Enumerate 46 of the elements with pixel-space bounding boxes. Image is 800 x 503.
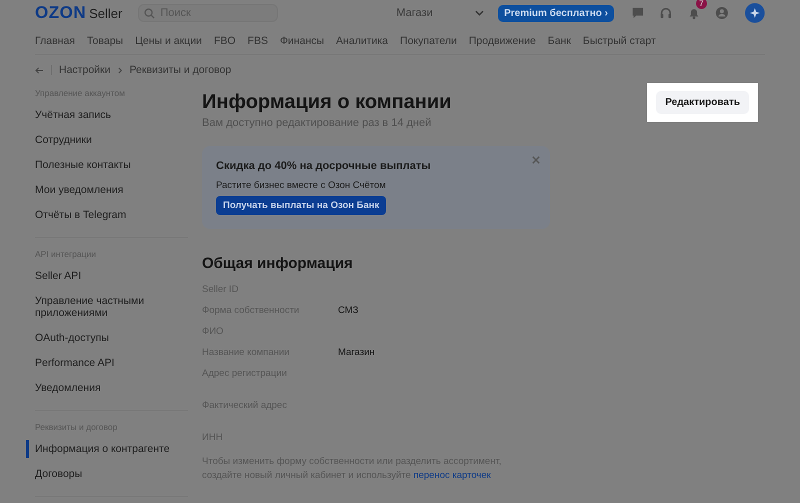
nav-link[interactable]: Финансы <box>280 35 324 47</box>
back-arrow-icon[interactable] <box>35 66 44 74</box>
chevron-right-icon <box>118 66 122 74</box>
premium-button[interactable]: Premium бесплатно › <box>498 4 614 22</box>
sidebar-item[interactable]: Отчёты в Telegram <box>26 206 188 224</box>
sidebar-item[interactable]: Учётная запись <box>26 106 188 124</box>
section-title: Общая информация <box>202 255 354 272</box>
breadcrumb-link[interactable]: Реквизиты и договор <box>130 64 232 76</box>
breadcrumb-link[interactable]: Настройки <box>59 64 110 76</box>
sidebar-item[interactable]: Сотрудники <box>26 131 188 149</box>
transfer-link[interactable]: перенос карточек <box>413 470 491 481</box>
nav-link[interactable]: Цены и акции <box>135 35 202 47</box>
bank-payout-button[interactable]: Получать выплаты на Озон Банк <box>216 196 386 215</box>
sidebar-item[interactable]: OAuth-доступы <box>26 329 188 347</box>
nav-link[interactable]: Покупатели <box>400 35 457 47</box>
chat-icon[interactable] <box>630 6 645 20</box>
edit-button[interactable]: Редактировать <box>656 91 749 114</box>
nav-link[interactable]: Аналитика <box>336 35 388 47</box>
nav-link[interactable]: Товары <box>86 35 124 47</box>
sidebar-item[interactable]: Договоры <box>26 465 188 483</box>
nav-link[interactable]: Продвижение <box>468 35 536 47</box>
nav-link[interactable]: FBO <box>214 35 236 47</box>
sidebar-item[interactable]: Уведомления <box>26 379 188 397</box>
nav-link[interactable]: FBS <box>248 35 268 47</box>
headset-icon[interactable] <box>658 6 673 20</box>
sidebar-item[interactable]: Мои уведомления <box>26 181 188 199</box>
sparkle-icon[interactable] <box>745 3 765 23</box>
promo-text: Растите бизнес вместе с Озон Счётом <box>216 180 387 191</box>
sidebar-item[interactable]: Performance API <box>26 354 188 372</box>
notification-count: 7 <box>696 0 707 9</box>
sidebar-item[interactable]: Seller API <box>26 267 188 285</box>
store-selector[interactable]: Магази <box>396 7 468 19</box>
user-icon[interactable] <box>714 6 728 20</box>
promo-title: Скидка до 40% на досрочные выплаты <box>216 160 432 172</box>
nav-link[interactable]: Быстрый старт <box>582 35 656 47</box>
nav-link[interactable]: Главная <box>35 35 75 47</box>
close-icon[interactable] <box>532 156 540 164</box>
nav-link[interactable]: Банк <box>548 35 571 47</box>
field-value: Магазин <box>338 347 375 359</box>
logo[interactable]: OZON Seller <box>35 3 122 23</box>
sidebar-item[interactable]: Полезные контакты <box>26 156 188 174</box>
sidebar-item[interactable]: Управление частными приложениями <box>26 292 188 322</box>
field-value: СМЗ <box>338 305 358 317</box>
sidebar-item[interactable]: Информация о контрагенте <box>26 440 188 458</box>
chevron-down-icon[interactable] <box>475 10 484 16</box>
page-title: Информация о компании <box>202 91 452 114</box>
